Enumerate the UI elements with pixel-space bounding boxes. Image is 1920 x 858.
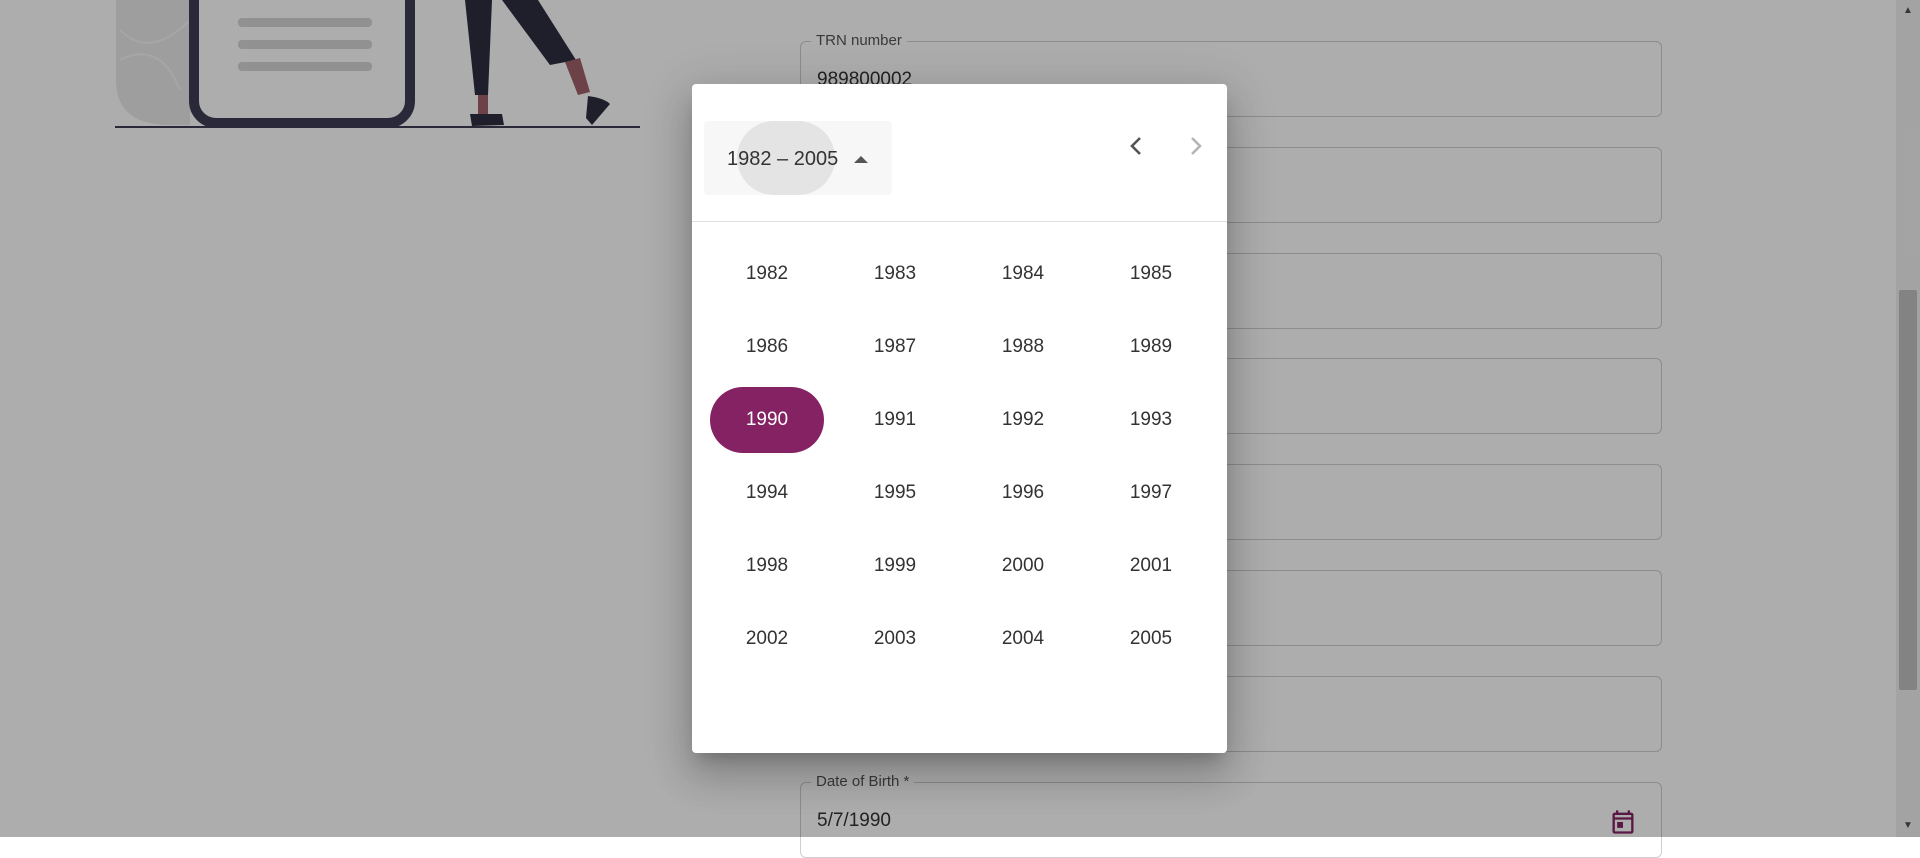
year-cell[interactable]: 1999 [838,533,952,599]
previous-period-button[interactable] [1114,124,1158,168]
year-cell[interactable]: 1983 [838,241,952,307]
next-period-button[interactable] [1174,124,1218,168]
year-cell[interactable]: 1984 [966,241,1080,307]
year-cell[interactable]: 1992 [966,387,1080,453]
year-cell[interactable]: 1998 [710,533,824,599]
year-cell[interactable]: 2001 [1094,533,1208,599]
period-label: 1982 – 2005 [727,148,839,170]
chevron-left-icon [1130,137,1141,155]
chevron-right-icon [1191,137,1202,155]
year-cell[interactable]: 2003 [838,606,952,672]
dialog-divider [692,221,1227,222]
period-toggle-button[interactable]: 1982 – 2005 [704,121,892,195]
year-cell[interactable]: 1991 [838,387,952,453]
year-cell[interactable]: 1987 [838,314,952,380]
year-cell[interactable]: 2004 [966,606,1080,672]
year-cell[interactable]: 1997 [1094,460,1208,526]
year-cell[interactable]: 1986 [710,314,824,380]
year-cell[interactable]: 1988 [966,314,1080,380]
year-cell[interactable]: 1996 [966,460,1080,526]
year-cell[interactable]: 2005 [1094,606,1208,672]
year-cell[interactable]: 1993 [1094,387,1208,453]
year-cell[interactable]: 2002 [710,606,824,672]
year-cell[interactable]: 1994 [710,460,824,526]
caret-up-icon [854,156,868,163]
year-cell[interactable]: 2000 [966,533,1080,599]
year-cell[interactable]: 1982 [710,241,824,307]
year-cell[interactable]: 1995 [838,460,952,526]
year-cell[interactable]: 1989 [1094,314,1208,380]
year-cell[interactable]: 1990 [710,387,824,453]
year-cell[interactable]: 1985 [1094,241,1208,307]
datepicker-dialog: 1982 – 2005 1982 1983 1984 1985 1986 1987 1988… [692,84,1227,753]
